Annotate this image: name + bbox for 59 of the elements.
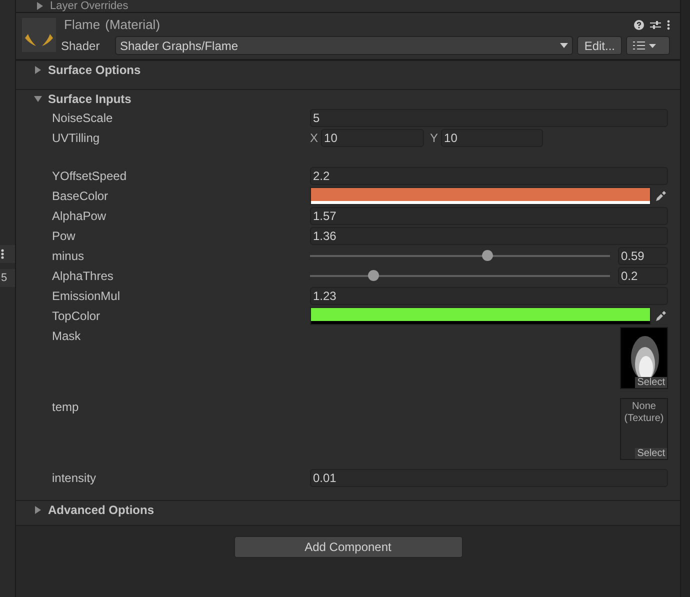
property-label: temp xyxy=(52,399,80,416)
property-label: Pow xyxy=(52,228,76,245)
sliders-icon[interactable] xyxy=(650,20,661,30)
menu-icon[interactable] xyxy=(0,245,15,263)
shader-label: Shader xyxy=(61,38,101,52)
color-field[interactable] xyxy=(310,187,651,205)
material-name: Flame xyxy=(64,17,100,32)
section-title: Advanced Options xyxy=(48,503,154,517)
number-field[interactable]: 1.36 xyxy=(310,227,668,245)
section-title: Surface Options xyxy=(48,63,141,77)
texture-slot[interactable]: Select xyxy=(620,327,668,389)
number-field[interactable]: 0.01 xyxy=(310,469,668,487)
material-thumbnail xyxy=(22,18,56,52)
axis-label: Y xyxy=(430,131,438,145)
caret-icon[interactable] xyxy=(34,506,42,514)
list-icon xyxy=(633,41,657,50)
property-label: UVTilling xyxy=(52,130,101,147)
panel-value: 5 xyxy=(0,269,15,287)
material-type: (Material) xyxy=(105,17,160,32)
property-label: AlphaThres xyxy=(52,268,114,285)
number-field[interactable]: 1.23 xyxy=(310,287,668,305)
number-field[interactable]: 0.59 xyxy=(618,247,668,265)
texture-slot[interactable]: None (Texture) Select xyxy=(620,398,668,460)
property-label: EmissionMul xyxy=(52,288,122,305)
select-button[interactable]: Select xyxy=(635,377,667,388)
shader-dropdown[interactable]: Shader Graphs/Flame xyxy=(115,36,574,55)
number-field[interactable]: 5 xyxy=(310,109,668,127)
caret-icon[interactable] xyxy=(36,2,44,10)
number-field[interactable]: 10 xyxy=(441,129,544,147)
edit-button[interactable]: Edit... xyxy=(577,36,622,55)
section-title: Surface Inputs xyxy=(48,92,132,106)
help-icon[interactable] xyxy=(634,20,644,30)
section-title: Layer Overrides xyxy=(50,0,128,12)
property-label: intensity xyxy=(52,470,98,487)
property-label: YOffsetSpeed xyxy=(52,168,128,185)
property-label: Mask xyxy=(52,328,82,345)
select-button[interactable]: Select xyxy=(635,448,667,459)
slider[interactable] xyxy=(310,270,610,282)
property-label: AlphaPow xyxy=(52,208,108,225)
texture-placeholder: None (Texture) xyxy=(623,400,665,425)
number-field[interactable]: 0.2 xyxy=(618,267,668,285)
slider[interactable] xyxy=(310,250,610,262)
caret-icon xyxy=(560,43,568,48)
property-label: BaseColor xyxy=(52,188,110,205)
add-component-button[interactable]: Add Component xyxy=(234,536,462,558)
number-field[interactable]: 1.57 xyxy=(310,207,668,225)
axis-label: X xyxy=(310,131,318,145)
caret-icon[interactable] xyxy=(34,66,42,74)
slider-thumb[interactable] xyxy=(482,250,493,261)
number-field[interactable]: 10 xyxy=(321,129,424,147)
slider-thumb[interactable] xyxy=(368,270,379,281)
list-button[interactable] xyxy=(626,36,670,55)
color-field[interactable] xyxy=(310,307,651,325)
number-field[interactable]: 2.2 xyxy=(310,167,668,185)
caret-icon[interactable] xyxy=(34,95,42,103)
property-label: minus xyxy=(52,248,86,265)
property-label: TopColor xyxy=(52,308,102,325)
property-label: NoiseScale xyxy=(52,110,114,127)
more-icon[interactable] xyxy=(667,20,670,30)
